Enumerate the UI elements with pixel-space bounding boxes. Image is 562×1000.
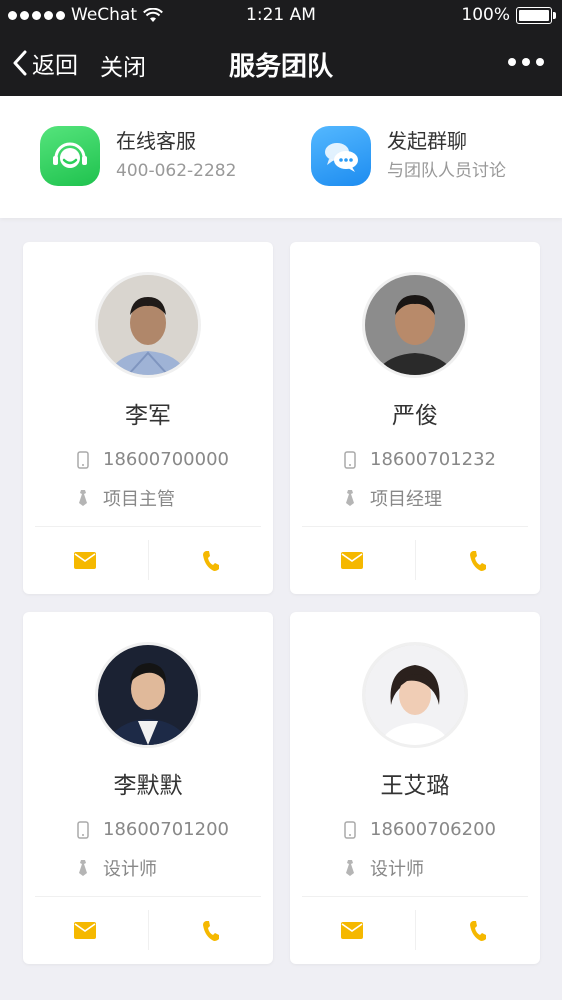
member-role-row: 设计师	[75, 855, 157, 881]
group-chat-action[interactable]: 发起群聊 与团队人员讨论	[311, 126, 506, 186]
member-name: 李军	[125, 403, 171, 429]
phone-icon	[469, 550, 486, 571]
member-role: 设计师	[103, 859, 157, 880]
quick-actions-panel: 在线客服 400-062-2282 发起群聊 与团队人员讨论	[0, 96, 562, 218]
mobile-phone-icon	[75, 450, 91, 469]
member-role-row: 项目主管	[75, 485, 175, 511]
battery-icon	[516, 6, 556, 24]
phone-icon	[202, 920, 219, 941]
contact-actions	[23, 897, 273, 964]
back-label: 返回	[32, 53, 78, 79]
team-member-card: 李默默 18600701200 设计师	[23, 612, 273, 964]
contact-actions	[23, 527, 273, 594]
envelope-icon	[74, 552, 97, 569]
chevron-left-icon	[13, 50, 27, 76]
email-button[interactable]	[290, 897, 415, 964]
online-service-title: 在线客服	[116, 129, 196, 153]
more-dot-icon	[522, 58, 530, 66]
member-phone: 18600700000	[103, 449, 229, 470]
member-name: 李默默	[113, 773, 183, 799]
avatar	[95, 642, 201, 748]
member-name: 严俊	[392, 403, 438, 429]
phone-icon	[469, 920, 486, 941]
close-button[interactable]: 关闭	[100, 48, 146, 82]
mobile-phone-icon	[342, 450, 358, 469]
envelope-icon	[74, 922, 97, 939]
phone-icon	[202, 550, 219, 571]
avatar	[362, 642, 468, 748]
contact-actions	[290, 527, 540, 594]
call-button[interactable]	[416, 897, 541, 964]
member-phone: 18600706200	[370, 819, 496, 840]
envelope-icon	[341, 922, 364, 939]
more-dot-icon	[508, 58, 516, 66]
email-button[interactable]	[23, 897, 148, 964]
avatar	[362, 272, 468, 378]
member-name: 王艾璐	[380, 773, 450, 799]
email-button[interactable]	[23, 527, 148, 594]
navigation-bar: 返回 关闭 服务团队	[0, 32, 562, 96]
member-role: 设计师	[370, 859, 424, 880]
headset-icon	[40, 126, 100, 186]
member-role: 项目主管	[103, 489, 175, 510]
page-title: 服务团队	[228, 52, 333, 82]
team-member-card: 严俊 18600701232 项目经理	[290, 242, 540, 594]
contact-actions	[290, 897, 540, 964]
avatar	[95, 272, 201, 378]
call-button[interactable]	[149, 527, 274, 594]
email-button[interactable]	[290, 527, 415, 594]
member-phone-row: 18600701200	[75, 819, 229, 840]
tie-icon	[342, 489, 358, 507]
member-phone-row: 18600706200	[342, 819, 496, 840]
chat-bubbles-icon	[311, 126, 371, 186]
member-role-row: 设计师	[342, 855, 424, 881]
more-options-button[interactable]	[508, 58, 544, 66]
call-button[interactable]	[416, 527, 541, 594]
member-phone-row: 18600701232	[342, 449, 496, 470]
tie-icon	[75, 489, 91, 507]
group-chat-title: 发起群聊	[387, 129, 467, 153]
member-phone: 18600701232	[370, 449, 496, 470]
team-member-card: 李军 18600700000 项目主管	[23, 242, 273, 594]
back-button[interactable]: 返回	[12, 46, 78, 80]
group-chat-subtitle: 与团队人员讨论	[387, 161, 506, 181]
envelope-icon	[341, 552, 364, 569]
online-service-phone: 400-062-2282	[116, 161, 237, 181]
online-service-action[interactable]: 在线客服 400-062-2282	[40, 126, 236, 186]
mobile-phone-icon	[342, 820, 358, 839]
member-role-row: 项目经理	[342, 485, 442, 511]
mobile-phone-icon	[75, 820, 91, 839]
top-bar: WeChat 1:21 AM 100% 返回 关闭 服务团队	[0, 0, 562, 96]
team-member-card: 王艾璐 18600706200 设计师	[290, 612, 540, 964]
status-bar: WeChat 1:21 AM 100%	[0, 0, 562, 32]
more-dot-icon	[536, 58, 544, 66]
member-phone-row: 18600700000	[75, 449, 229, 470]
member-role: 项目经理	[370, 489, 442, 510]
battery-percent: 100%	[461, 5, 510, 25]
call-button[interactable]	[149, 897, 274, 964]
battery-group: 100%	[461, 5, 556, 25]
tie-icon	[342, 859, 358, 877]
member-phone: 18600701200	[103, 819, 229, 840]
tie-icon	[75, 859, 91, 877]
